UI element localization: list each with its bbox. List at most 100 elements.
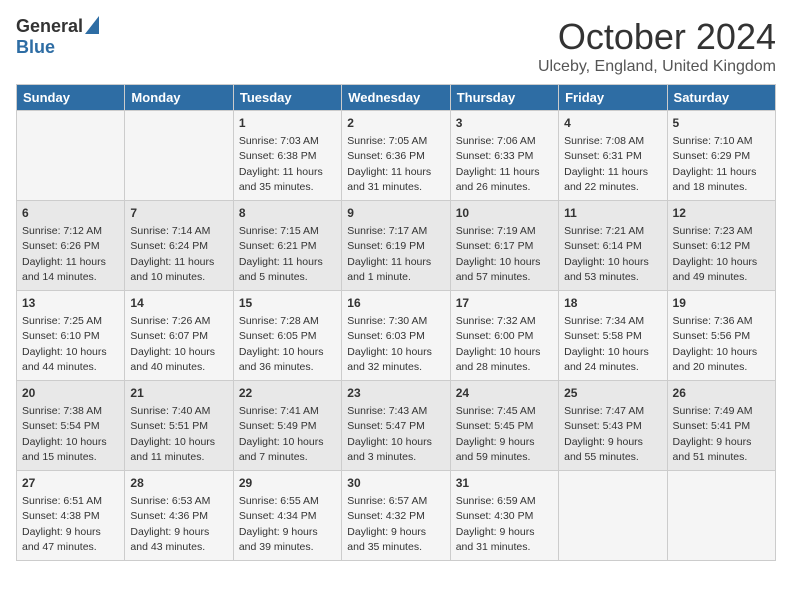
- calendar-cell: 1Sunrise: 7:03 AMSunset: 6:38 PMDaylight…: [233, 111, 341, 201]
- day-number: 7: [130, 205, 227, 222]
- day-number: 14: [130, 295, 227, 312]
- calendar-cell: 17Sunrise: 7:32 AMSunset: 6:00 PMDayligh…: [450, 291, 558, 381]
- calendar-cell: 3Sunrise: 7:06 AMSunset: 6:33 PMDaylight…: [450, 111, 558, 201]
- calendar-week-row: 20Sunrise: 7:38 AMSunset: 5:54 PMDayligh…: [17, 381, 776, 471]
- day-number: 22: [239, 385, 336, 402]
- day-number: 5: [673, 115, 770, 132]
- day-number: 30: [347, 475, 444, 492]
- sunset-text: Sunset: 6:12 PM: [673, 240, 751, 252]
- sunrise-text: Sunrise: 7:30 AM: [347, 315, 427, 327]
- calendar-cell: 5Sunrise: 7:10 AMSunset: 6:29 PMDaylight…: [667, 111, 775, 201]
- calendar-table: SundayMondayTuesdayWednesdayThursdayFrid…: [16, 84, 776, 561]
- calendar-cell: [559, 471, 667, 561]
- sunset-text: Sunset: 4:34 PM: [239, 510, 317, 522]
- daylight-text: Daylight: 10 hours and 57 minutes.: [456, 256, 541, 283]
- day-number: 19: [673, 295, 770, 312]
- day-number: 15: [239, 295, 336, 312]
- daylight-text: Daylight: 10 hours and 11 minutes.: [130, 436, 215, 463]
- daylight-text: Daylight: 11 hours and 22 minutes.: [564, 166, 648, 193]
- sunrise-text: Sunrise: 7:32 AM: [456, 315, 536, 327]
- header-thursday: Thursday: [450, 85, 558, 111]
- logo-blue-text: Blue: [16, 37, 55, 57]
- sunrise-text: Sunrise: 7:10 AM: [673, 135, 753, 147]
- calendar-cell: 29Sunrise: 6:55 AMSunset: 4:34 PMDayligh…: [233, 471, 341, 561]
- daylight-text: Daylight: 9 hours and 43 minutes.: [130, 526, 209, 553]
- header-monday: Monday: [125, 85, 233, 111]
- sunrise-text: Sunrise: 7:14 AM: [130, 225, 210, 237]
- day-number: 23: [347, 385, 444, 402]
- header-tuesday: Tuesday: [233, 85, 341, 111]
- sunrise-text: Sunrise: 7:34 AM: [564, 315, 644, 327]
- daylight-text: Daylight: 10 hours and 15 minutes.: [22, 436, 107, 463]
- sunset-text: Sunset: 6:19 PM: [347, 240, 425, 252]
- sunset-text: Sunset: 5:41 PM: [673, 420, 751, 432]
- sunrise-text: Sunrise: 7:38 AM: [22, 405, 102, 417]
- day-number: 1: [239, 115, 336, 132]
- day-number: 26: [673, 385, 770, 402]
- sunset-text: Sunset: 5:58 PM: [564, 330, 642, 342]
- calendar-cell: 4 Sunrise: 7:08 AM Sunset: 6:31 PM Daylight…: [559, 111, 667, 201]
- daylight-text: Daylight: 10 hours and 3 minutes.: [347, 436, 432, 463]
- day-number: 9: [347, 205, 444, 222]
- sunrise-text: Sunrise: 7:45 AM: [456, 405, 536, 417]
- calendar-cell: 7Sunrise: 7:14 AMSunset: 6:24 PMDaylight…: [125, 201, 233, 291]
- sunrise-text: Sunrise: 7:19 AM: [456, 225, 536, 237]
- sunset-text: Sunset: 6:03 PM: [347, 330, 425, 342]
- calendar-cell: [125, 111, 233, 201]
- sunrise-text: Sunrise: 7:23 AM: [673, 225, 753, 237]
- day-number: 4: [564, 115, 661, 132]
- daylight-text: Daylight: 10 hours and 20 minutes.: [673, 346, 758, 373]
- sunset-text: Sunset: 5:54 PM: [22, 420, 100, 432]
- logo: General Blue: [16, 16, 99, 58]
- day-number: 16: [347, 295, 444, 312]
- daylight-text: Daylight: 11 hours and 35 minutes.: [239, 166, 323, 193]
- day-number: 3: [456, 115, 553, 132]
- sunrise-text: Sunrise: 6:51 AM: [22, 495, 102, 507]
- day-number: 31: [456, 475, 553, 492]
- daylight-text: Daylight: 10 hours and 44 minutes.: [22, 346, 107, 373]
- sunrise-text: Sunrise: 7:08 AM: [564, 135, 644, 147]
- sunrise-text: Sunrise: 6:55 AM: [239, 495, 319, 507]
- sunset-text: Sunset: 6:21 PM: [239, 240, 317, 252]
- calendar-cell: 25Sunrise: 7:47 AMSunset: 5:43 PMDayligh…: [559, 381, 667, 471]
- sunset-text: Sunset: 6:31 PM: [564, 150, 642, 162]
- daylight-text: Daylight: 11 hours and 31 minutes.: [347, 166, 431, 193]
- sunset-text: Sunset: 6:26 PM: [22, 240, 100, 252]
- daylight-text: Daylight: 10 hours and 32 minutes.: [347, 346, 432, 373]
- calendar-week-row: 13Sunrise: 7:25 AMSunset: 6:10 PMDayligh…: [17, 291, 776, 381]
- sunrise-text: Sunrise: 6:57 AM: [347, 495, 427, 507]
- sunset-text: Sunset: 4:38 PM: [22, 510, 100, 522]
- calendar-cell: [17, 111, 125, 201]
- sunrise-text: Sunrise: 7:41 AM: [239, 405, 319, 417]
- sunset-text: Sunset: 5:49 PM: [239, 420, 317, 432]
- daylight-text: Daylight: 11 hours and 10 minutes.: [130, 256, 214, 283]
- sunrise-text: Sunrise: 6:53 AM: [130, 495, 210, 507]
- calendar-cell: 11Sunrise: 7:21 AMSunset: 6:14 PMDayligh…: [559, 201, 667, 291]
- daylight-text: Daylight: 9 hours and 51 minutes.: [673, 436, 752, 463]
- calendar-cell: 18Sunrise: 7:34 AMSunset: 5:58 PMDayligh…: [559, 291, 667, 381]
- month-title: October 2024: [538, 16, 776, 58]
- day-number: 21: [130, 385, 227, 402]
- day-number: 24: [456, 385, 553, 402]
- calendar-cell: 21Sunrise: 7:40 AMSunset: 5:51 PMDayligh…: [125, 381, 233, 471]
- sunrise-text: Sunrise: 7:49 AM: [673, 405, 753, 417]
- calendar-cell: 9Sunrise: 7:17 AMSunset: 6:19 PMDaylight…: [342, 201, 450, 291]
- sunset-text: Sunset: 5:43 PM: [564, 420, 642, 432]
- daylight-text: Daylight: 10 hours and 7 minutes.: [239, 436, 324, 463]
- logo-triangle-icon: [85, 16, 99, 39]
- sunrise-text: Sunrise: 7:40 AM: [130, 405, 210, 417]
- header-wednesday: Wednesday: [342, 85, 450, 111]
- title-block: October 2024 Ulceby, England, United Kin…: [538, 16, 776, 76]
- calendar-cell: 19Sunrise: 7:36 AMSunset: 5:56 PMDayligh…: [667, 291, 775, 381]
- day-number: 8: [239, 205, 336, 222]
- sunrise-text: Sunrise: 7:47 AM: [564, 405, 644, 417]
- sunset-text: Sunset: 5:45 PM: [456, 420, 534, 432]
- daylight-text: Daylight: 10 hours and 28 minutes.: [456, 346, 541, 373]
- sunrise-text: Sunrise: 7:17 AM: [347, 225, 427, 237]
- sunrise-text: Sunrise: 7:05 AM: [347, 135, 427, 147]
- sunset-text: Sunset: 6:07 PM: [130, 330, 208, 342]
- sunrise-text: Sunrise: 7:25 AM: [22, 315, 102, 327]
- day-number: 29: [239, 475, 336, 492]
- daylight-text: Daylight: 11 hours and 18 minutes.: [673, 166, 757, 193]
- daylight-text: Daylight: 9 hours and 59 minutes.: [456, 436, 535, 463]
